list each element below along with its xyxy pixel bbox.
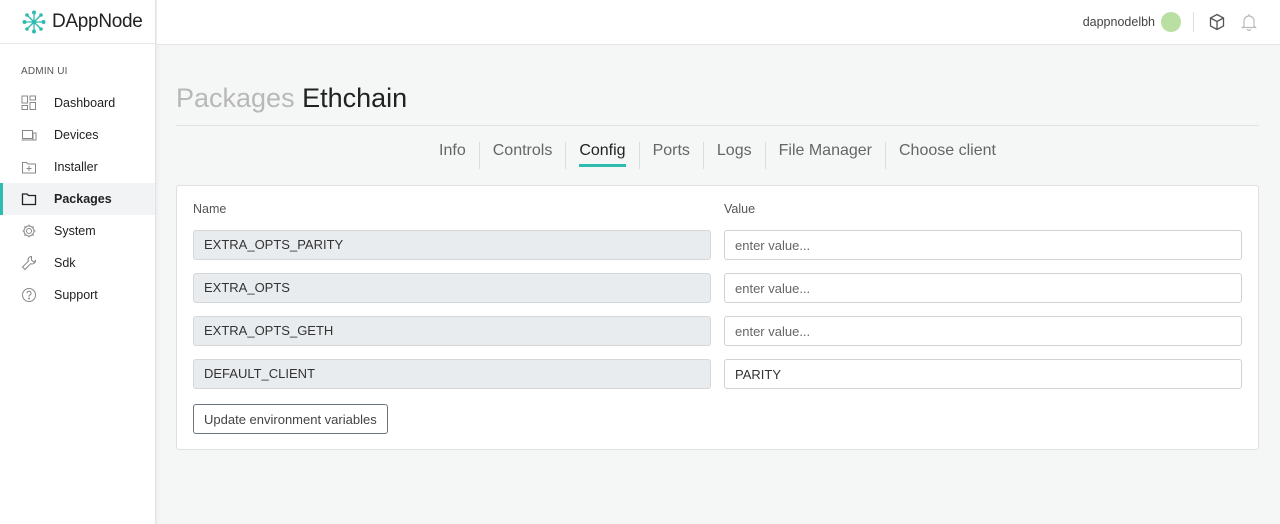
env-value-input[interactable] bbox=[724, 316, 1242, 346]
config-row: EXTRA_OPTS_PARITY bbox=[193, 230, 1242, 260]
sidebar-item-label: System bbox=[54, 224, 96, 238]
logo[interactable]: DAppNode bbox=[0, 0, 155, 44]
gear-icon bbox=[21, 223, 37, 239]
sidebar-item-label: Sdk bbox=[54, 256, 76, 270]
dappnode-logo-icon bbox=[22, 10, 46, 33]
tab-file-manager[interactable]: File Manager bbox=[766, 142, 886, 169]
tab-ports[interactable]: Ports bbox=[640, 142, 704, 169]
tab-choose-client[interactable]: Choose client bbox=[886, 142, 1009, 169]
sidebar-item-dashboard[interactable]: Dashboard bbox=[0, 87, 155, 119]
page-title-package: Ethchain bbox=[302, 83, 408, 113]
tab-controls[interactable]: Controls bbox=[480, 142, 567, 169]
folder-icon bbox=[21, 191, 37, 207]
sidebar-item-system[interactable]: System bbox=[0, 215, 155, 247]
sidebar-item-support[interactable]: Support bbox=[0, 279, 155, 311]
username[interactable]: dappnodelbh bbox=[1083, 15, 1155, 29]
sidebar: DAppNode ADMIN UI Dashboard Devices Inst… bbox=[0, 0, 156, 524]
config-row: EXTRA_OPTS bbox=[193, 273, 1242, 303]
sidebar-item-label: Installer bbox=[54, 160, 98, 174]
env-value-input[interactable] bbox=[724, 230, 1242, 260]
env-value-input[interactable] bbox=[724, 273, 1242, 303]
value-column-header: Value bbox=[724, 202, 756, 216]
tab-info[interactable]: Info bbox=[426, 142, 480, 169]
sidebar-section-label: ADMIN UI bbox=[21, 66, 68, 77]
config-row: EXTRA_OPTS_GETH bbox=[193, 316, 1242, 346]
page-title: Packages Ethchain bbox=[176, 83, 1259, 125]
sidebar-item-label: Packages bbox=[54, 192, 112, 206]
bell-icon[interactable] bbox=[1240, 13, 1258, 31]
config-card: Name Value EXTRA_OPTS_PARITY EXTRA_OPTS … bbox=[176, 185, 1259, 450]
env-name-field: EXTRA_OPTS_GETH bbox=[193, 316, 711, 346]
title-divider bbox=[176, 125, 1259, 126]
sidebar-item-installer[interactable]: Installer bbox=[0, 151, 155, 183]
topbar: dappnodelbh bbox=[157, 0, 1280, 45]
brand-name: DAppNode bbox=[52, 10, 143, 32]
tab-config[interactable]: Config bbox=[566, 142, 640, 169]
dashboard-icon bbox=[21, 95, 37, 111]
sidebar-item-label: Devices bbox=[54, 128, 99, 142]
env-name-field: DEFAULT_CLIENT bbox=[193, 359, 711, 389]
cube-icon[interactable] bbox=[1208, 13, 1226, 31]
update-env-button[interactable]: Update environment variables bbox=[193, 404, 388, 434]
page-title-section: Packages bbox=[176, 83, 295, 113]
topbar-divider bbox=[1193, 12, 1194, 32]
sidebar-item-packages[interactable]: Packages bbox=[0, 183, 155, 215]
wrench-icon bbox=[21, 255, 37, 271]
env-value-input[interactable] bbox=[724, 359, 1242, 389]
sidebar-item-label: Dashboard bbox=[54, 96, 116, 110]
env-name-field: EXTRA_OPTS_PARITY bbox=[193, 230, 711, 260]
sidebar-item-label: Support bbox=[54, 288, 98, 302]
help-icon bbox=[21, 287, 37, 303]
main-content: Packages Ethchain Info Controls Config P… bbox=[176, 45, 1259, 450]
devices-icon bbox=[21, 127, 37, 143]
sidebar-item-sdk[interactable]: Sdk bbox=[0, 247, 155, 279]
tab-logs[interactable]: Logs bbox=[704, 142, 766, 169]
package-tabs: Info Controls Config Ports Logs File Man… bbox=[176, 142, 1259, 172]
sidebar-item-devices[interactable]: Devices bbox=[0, 119, 155, 151]
config-row: DEFAULT_CLIENT bbox=[193, 359, 1242, 389]
avatar[interactable] bbox=[1161, 12, 1181, 32]
env-name-field: EXTRA_OPTS bbox=[193, 273, 711, 303]
name-column-header: Name bbox=[193, 202, 227, 216]
installer-icon bbox=[21, 159, 37, 175]
